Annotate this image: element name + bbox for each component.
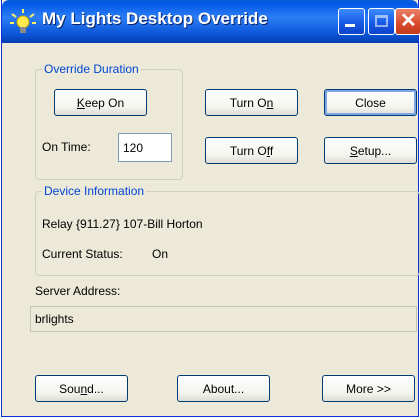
more-button[interactable]: More >> xyxy=(322,375,415,402)
override-dialog-window: My Lights Desktop Override ✕ Override Du… xyxy=(1,0,420,417)
about-button[interactable]: About... xyxy=(177,375,270,402)
close-icon: ✕ xyxy=(400,10,417,32)
window-title: My Lights Desktop Override xyxy=(42,9,268,28)
minimize-button[interactable] xyxy=(338,8,365,35)
turn-on-button[interactable]: Turn On xyxy=(205,89,298,116)
title-bar[interactable]: My Lights Desktop Override ✕ xyxy=(2,0,420,43)
override-duration-legend: Override Duration xyxy=(44,62,139,76)
maximize-button[interactable] xyxy=(368,8,395,35)
device-information-legend: Device Information xyxy=(44,184,145,198)
server-address-label: Server Address: xyxy=(35,284,121,298)
current-status-value: On xyxy=(152,247,169,261)
sound-button[interactable]: Sound... xyxy=(35,375,128,402)
on-time-label: On Time: xyxy=(42,140,91,154)
current-status-label: Current Status: xyxy=(42,247,123,261)
minimize-icon xyxy=(345,24,355,27)
turn-off-button[interactable]: Turn Off xyxy=(205,137,298,164)
setup-button[interactable]: Setup... xyxy=(324,137,417,164)
maximize-icon xyxy=(375,15,388,27)
light-bulb-icon xyxy=(10,9,36,33)
override-duration-group: Override Duration xyxy=(35,62,183,180)
close-button[interactable]: Close xyxy=(324,89,417,116)
relay-info: Relay {911.27} 107-Bill Horton xyxy=(42,217,203,231)
keep-on-button[interactable]: Keep On xyxy=(54,89,147,116)
on-time-input[interactable] xyxy=(118,133,172,162)
window-close-button[interactable]: ✕ xyxy=(395,8,420,35)
server-address-field[interactable] xyxy=(30,306,417,332)
